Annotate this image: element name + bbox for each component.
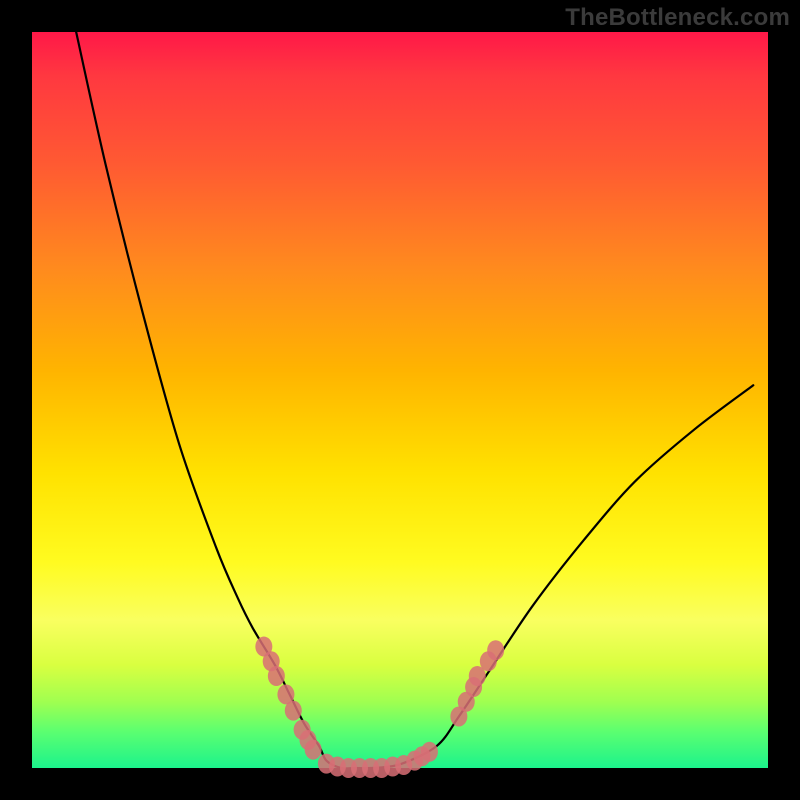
marker-dot (305, 740, 322, 760)
marker-layer (255, 637, 504, 778)
curve-layer (76, 32, 753, 769)
watermark-text: TheBottleneck.com (565, 4, 790, 32)
chart-svg (32, 32, 768, 768)
marker-dot (285, 701, 302, 721)
marker-dot (268, 666, 285, 686)
marker-dot (421, 742, 438, 762)
plot-area (32, 32, 768, 768)
chart-frame: TheBottleneck.com (0, 0, 800, 800)
series-curve (76, 32, 753, 769)
marker-dot (487, 640, 504, 660)
